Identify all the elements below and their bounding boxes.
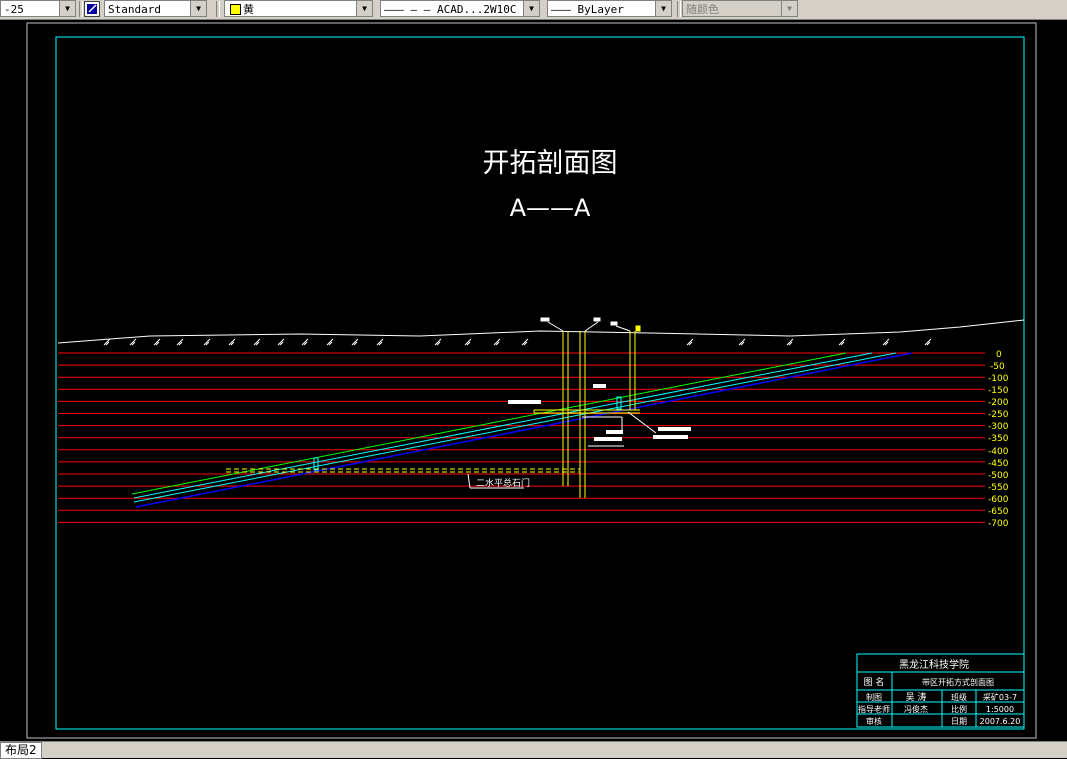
textstyle-value: Standard (108, 3, 161, 16)
drawing-frame (55, 36, 1025, 730)
paper-boundary (26, 22, 1037, 739)
ground-hatch-mark (301, 338, 309, 346)
ground-hatch-mark (277, 338, 285, 346)
ground-hatching (103, 338, 932, 346)
dimstyle-value: -25 (4, 3, 24, 16)
properties-toolbar: -25 ▼ Standard ▼ 黄 ▼ ——— — — ACAD...2W10… (0, 0, 1067, 20)
ground-hatch-mark (464, 338, 472, 346)
tb-name-label: 图 名 (864, 676, 885, 688)
layout-tabs-bar: 布局2 (0, 741, 1067, 759)
depth-label: -300 (988, 422, 1009, 432)
linetype-combo[interactable]: ——— — — ACAD...2W10C ▼ (380, 0, 540, 17)
ground-hatch-mark (129, 338, 137, 346)
chevron-down-icon[interactable]: ▼ (190, 1, 206, 16)
ground-hatch-mark (228, 338, 236, 346)
depth-label: -700 (988, 519, 1009, 529)
depth-label: -400 (988, 447, 1009, 457)
tb-row3-c4: 2007.6.20 (980, 717, 1021, 726)
plotstyle-combo[interactable]: 随颜色 ▼ (682, 0, 798, 17)
depth-label: -650 (988, 507, 1009, 517)
tab-layout2[interactable]: 布局2 (0, 742, 42, 759)
depth-label: 0 (996, 350, 1002, 360)
chevron-down-icon[interactable]: ▼ (356, 1, 372, 16)
depth-label: -250 (988, 410, 1009, 420)
depth-label: -600 (988, 495, 1009, 505)
plotstyle-value: 随颜色 (686, 3, 719, 16)
crosscut-label: 二水平总石门 (476, 477, 530, 489)
dimstyle-combo[interactable]: -25 ▼ (0, 0, 76, 17)
ground-hatch-mark (326, 338, 334, 346)
chevron-down-icon[interactable]: ▼ (59, 1, 75, 16)
ground-hatch-mark (924, 338, 932, 346)
lineweight-combo[interactable]: ——— ByLayer ▼ (547, 0, 672, 17)
toolbar-separator (79, 1, 83, 17)
drawing-canvas[interactable]: 开拓剖面图 A——A 0 -50 -100 -150 -200 -250 -30… (0, 20, 1067, 741)
linetype-value: ——— — — ACAD...2W10C (384, 3, 517, 16)
shaft-collar-markers (540, 317, 641, 332)
textstyle-glyph (87, 4, 97, 14)
tb-row2-c1: 指导老师 (858, 704, 890, 714)
layer-combo[interactable]: 黄 ▼ (224, 0, 373, 17)
chevron-down-icon[interactable]: ▼ (781, 1, 797, 16)
ground-hatch-mark (253, 338, 261, 346)
drawing-subtitle: A——A (510, 194, 591, 222)
layer-value: 黄 (243, 3, 254, 16)
depth-label: -150 (988, 386, 1009, 396)
tb-row1-c1: 制图 (866, 692, 882, 702)
textstyle-icon[interactable] (84, 1, 100, 17)
toolbar-separator (677, 1, 681, 17)
tb-row1-c2: 吴 涛 (906, 691, 927, 703)
depth-label: -450 (988, 459, 1009, 469)
lineweight-value: ——— ByLayer (551, 3, 624, 16)
level-lines (58, 352, 985, 523)
ground-hatch-mark (351, 338, 359, 346)
tb-row2-c4: 1:5000 (986, 705, 1014, 714)
ground-hatch-mark (203, 338, 211, 346)
depth-label: -500 (988, 471, 1009, 481)
tb-row2-c2: 冯俊杰 (904, 704, 928, 714)
ground-hatch-mark (686, 338, 694, 346)
tb-row1-c3: 班级 (951, 692, 967, 702)
ground-hatch-mark (738, 338, 746, 346)
ground-hatch-mark (176, 338, 184, 346)
ground-hatch-mark (838, 338, 846, 346)
tb-row2-c3: 比例 (951, 704, 967, 714)
coal-seam-green (131, 352, 847, 495)
ground-hatch-mark (434, 338, 442, 346)
tb-school: 黑龙江科技学院 (899, 658, 969, 671)
ground-hatch-mark (493, 338, 501, 346)
depth-labels: 0 -50 -100 -150 -200 -250 -300 -350 -400… (988, 350, 1009, 529)
textstyle-combo[interactable]: Standard ▼ (104, 0, 207, 17)
ventilation-shaft (629, 331, 636, 410)
layer-color-swatch (230, 4, 241, 15)
toolbar-separator (216, 1, 220, 17)
ground-surface (57, 319, 1025, 344)
depth-label: -550 (988, 483, 1009, 493)
depth-label: -350 (988, 434, 1009, 444)
tb-row3-c3: 日期 (951, 717, 967, 726)
ground-hatch-mark (153, 338, 161, 346)
ground-hatch-mark (882, 338, 890, 346)
ground-hatch-mark (376, 338, 384, 346)
depth-label: -100 (988, 374, 1009, 384)
depth-label: -200 (988, 398, 1009, 408)
ground-hatch-mark (786, 338, 794, 346)
chevron-down-icon[interactable]: ▼ (523, 1, 539, 16)
depth-label: -50 (990, 362, 1005, 372)
seam-markers (313, 396, 622, 471)
tb-name-value: 带区开拓方式剖面图 (922, 677, 994, 687)
tb-row1-c4: 采矿03-7 (983, 692, 1017, 702)
tb-row3-c1: 审核 (866, 716, 882, 726)
chevron-down-icon[interactable]: ▼ (655, 1, 671, 16)
ground-hatch-mark (521, 338, 529, 346)
drawing-title: 开拓剖面图 (483, 148, 618, 179)
